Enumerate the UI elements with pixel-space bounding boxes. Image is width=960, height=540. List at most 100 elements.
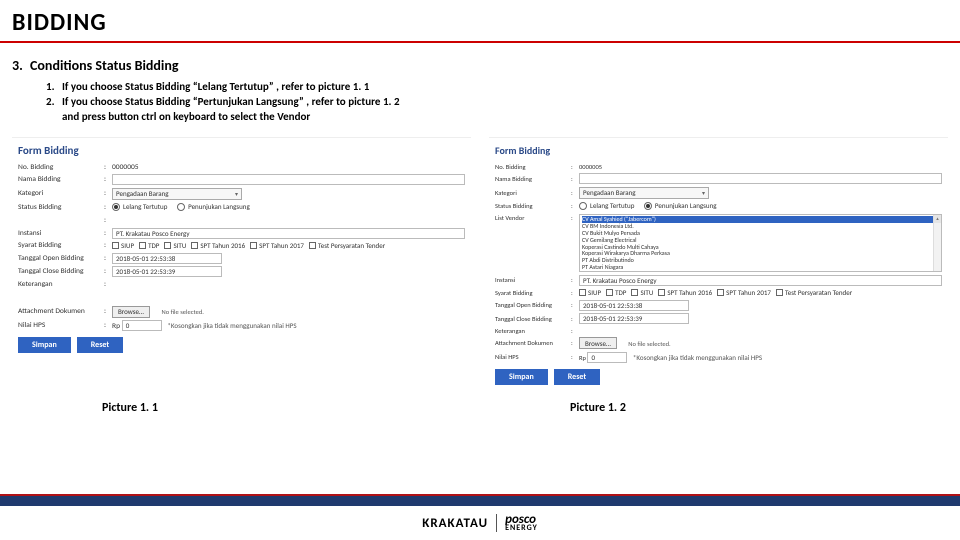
currency-label: Rp xyxy=(579,354,586,362)
section-heading: 3. Conditions Status Bidding xyxy=(0,43,960,78)
label: List Vendor xyxy=(495,214,571,222)
form-title: Form Bidding xyxy=(18,144,465,157)
checkbox[interactable]: Test Persyaratan Tender xyxy=(309,241,385,250)
nama-input[interactable] xyxy=(579,173,942,184)
reset-button[interactable]: Reset xyxy=(554,369,600,385)
open-date-input[interactable]: 2018-05-01 22:53:38 xyxy=(112,253,222,264)
list-item: PT Astari Niagara xyxy=(582,264,939,271)
currency-label: Rp xyxy=(112,322,120,331)
label: Tanggal Close Bidding xyxy=(18,267,104,276)
chevron-down-icon: ▾ xyxy=(702,189,705,197)
label: Tanggal Close Bidding xyxy=(495,315,571,323)
open-date-input[interactable]: 2018-05-01 22:53:38 xyxy=(579,300,689,311)
hps-input[interactable]: 0 xyxy=(587,352,627,363)
scrollbar[interactable]: ▴ xyxy=(933,215,941,271)
label: Syarat Bidding xyxy=(495,289,571,297)
list-item: PT Abdi Distributindo xyxy=(582,257,939,264)
checkbox[interactable]: SIUP xyxy=(112,241,134,250)
checkbox[interactable]: SPT Tahun 2016 xyxy=(191,241,245,250)
label: Attachment Dokumen xyxy=(495,339,571,347)
label: Keterangan xyxy=(18,280,104,289)
no-file-text: No file selected. xyxy=(162,308,204,316)
close-date-input[interactable]: 2018-05-01 22:53:39 xyxy=(112,266,222,277)
logo-energy: ENERGY xyxy=(505,525,538,532)
radio-lelang-tertutup[interactable]: Lelang Tertutup xyxy=(579,201,634,210)
radio-icon xyxy=(579,202,587,210)
label: Instansi xyxy=(18,229,104,238)
label: No. Bidding xyxy=(495,163,571,171)
label: Keterangan xyxy=(495,327,571,335)
footer-bar xyxy=(0,494,960,506)
vendor-listbox[interactable]: CV Amal Syahied ("Jabercom") CV BM Indon… xyxy=(579,214,942,272)
section-label: Conditions Status Bidding xyxy=(30,57,179,74)
scroll-up-icon: ▴ xyxy=(934,215,941,223)
list-item: CV Amal Syahied ("Jabercom") xyxy=(582,216,939,223)
footer-logo: KRAKATAU posco ENERGY xyxy=(0,506,960,540)
checkbox[interactable]: SITU xyxy=(164,241,186,250)
bullet-num: 1. xyxy=(46,80,62,95)
caption-1-1: Picture 1. 1 xyxy=(12,401,480,415)
radio-penunjukan-langsung[interactable]: Penunjukan Langsung xyxy=(644,201,717,210)
bullet-text: and press button ctrl on keyboard to sel… xyxy=(62,110,948,125)
bullet-num xyxy=(46,110,62,125)
checkbox[interactable]: Test Persyaratan Tender xyxy=(776,288,852,297)
hps-hint: *Kosongkan jika tidak menggunakan nilai … xyxy=(633,353,762,362)
checkbox[interactable]: SPT Tahun 2016 xyxy=(658,288,712,297)
picture-1-2-panel: Form Bidding No. Bidding:0000005 Nama Bi… xyxy=(489,137,948,387)
chevron-down-icon: ▾ xyxy=(235,190,238,198)
simpan-button[interactable]: Simpan xyxy=(18,337,71,353)
kategori-select[interactable]: Pengadaan Barang▾ xyxy=(579,187,709,199)
kategori-select[interactable]: Pengadaan Barang▾ xyxy=(112,188,242,200)
caption-1-2: Picture 1. 2 xyxy=(480,401,948,415)
radio-icon xyxy=(644,202,652,210)
slide-title: BIDDING xyxy=(0,0,960,43)
hps-hint: *Kosongkan jika tidak menggunakan nilai … xyxy=(167,321,296,330)
hps-input[interactable]: 0 xyxy=(122,320,162,331)
label: Status Bidding xyxy=(18,203,104,212)
radio-icon xyxy=(112,203,120,211)
radio-penunjukan-langsung[interactable]: Penunjukan Langsung xyxy=(177,202,250,211)
close-date-input[interactable]: 2018-05-01 22:53:39 xyxy=(579,313,689,324)
bullet-num: 2. xyxy=(46,95,62,110)
logo-divider xyxy=(496,514,497,532)
checkbox[interactable]: SIUP xyxy=(579,288,601,297)
label: Nilai HPS xyxy=(495,353,571,361)
label: Tanggal Open Bidding xyxy=(18,254,104,263)
simpan-button[interactable]: Simpan xyxy=(495,369,548,385)
reset-button[interactable]: Reset xyxy=(77,337,123,353)
list-item: PT Gandhi Indah xyxy=(582,271,939,272)
nama-input[interactable] xyxy=(112,174,465,185)
browse-button[interactable]: Browse… xyxy=(112,306,150,318)
no-file-text: No file selected. xyxy=(628,340,670,348)
label: Attachment Dokumen xyxy=(18,307,104,316)
value: 0000005 xyxy=(579,163,942,171)
syarat-checkbox-row: SIUP TDP SITU SPT Tahun 2016 SPT Tahun 2… xyxy=(112,241,465,250)
bullet-text: If you choose Status Bidding “Pertunjuka… xyxy=(62,95,948,110)
label: Status Bidding xyxy=(495,202,571,210)
radio-lelang-tertutup[interactable]: Lelang Tertutup xyxy=(112,202,167,211)
picture-1-1-panel: Form Bidding No. Bidding:0000005 Nama Bi… xyxy=(12,137,471,387)
list-item: Koperasi Wirakarya Dharma Perkasa xyxy=(582,250,939,257)
instansi-input[interactable]: PT. Krakatau Posco Energy xyxy=(112,228,465,239)
checkbox[interactable]: SITU xyxy=(631,288,653,297)
checkbox[interactable]: SPT Tahun 2017 xyxy=(250,241,304,250)
radio-icon xyxy=(177,203,185,211)
bullet-text: If you choose Status Bidding “Lelang Ter… xyxy=(62,80,948,95)
label: Tanggal Open Bidding xyxy=(495,301,571,309)
form-title: Form Bidding xyxy=(495,144,942,157)
label: No. Bidding xyxy=(18,163,104,172)
instansi-input[interactable]: PT. Krakatau Posco Energy xyxy=(579,275,942,286)
label: Kategori xyxy=(495,189,571,197)
checkbox[interactable]: TDP xyxy=(606,288,626,297)
label: Instansi xyxy=(495,276,571,284)
checkbox[interactable]: SPT Tahun 2017 xyxy=(717,288,771,297)
logo-krakatau: KRAKATAU xyxy=(422,516,488,531)
checkbox[interactable]: TDP xyxy=(139,241,159,250)
section-number: 3. xyxy=(12,57,30,74)
value: 0000005 xyxy=(112,163,465,172)
label: Syarat Bidding xyxy=(18,241,104,250)
label: Nama Bidding xyxy=(495,175,571,183)
label: Nilai HPS xyxy=(18,321,104,330)
browse-button[interactable]: Browse… xyxy=(579,337,617,349)
label: Nama Bidding xyxy=(18,175,104,184)
